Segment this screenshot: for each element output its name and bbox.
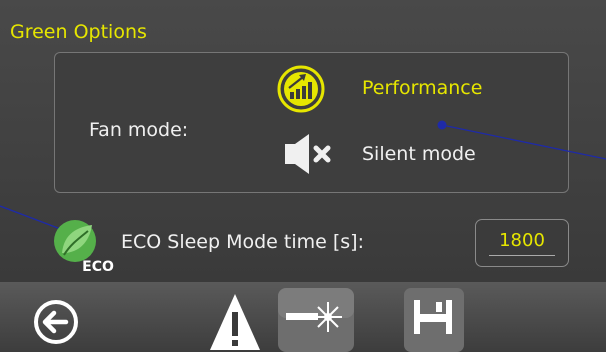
floppy-save-icon[interactable] — [398, 282, 468, 352]
performance-gauge-icon[interactable] — [276, 64, 326, 114]
green-options-panel: Green Options Fan mode: Performance Sile… — [0, 0, 606, 282]
speaker-mute-icon[interactable] — [283, 132, 341, 176]
laser-icon[interactable] — [276, 282, 356, 352]
eco-icon-text: ECO — [82, 259, 114, 273]
eco-sleep-time-value: 1800 — [499, 230, 545, 251]
warning-icon[interactable] — [200, 282, 270, 352]
bottom-toolbar — [0, 282, 606, 352]
silent-mode-option-label[interactable]: Silent mode — [362, 142, 476, 166]
fan-mode-label: Fan mode: — [89, 119, 189, 141]
eco-sleep-time-input[interactable]: 1800 — [475, 219, 569, 267]
input-underline — [489, 255, 555, 256]
performance-option-label[interactable]: Performance — [362, 76, 482, 100]
eco-leaf-icon: ECO — [54, 220, 114, 273]
eco-sleep-time-label: ECO Sleep Mode time [s]: — [121, 231, 364, 253]
back-arrow-icon[interactable] — [26, 282, 96, 352]
page-title: Green Options — [10, 21, 147, 43]
